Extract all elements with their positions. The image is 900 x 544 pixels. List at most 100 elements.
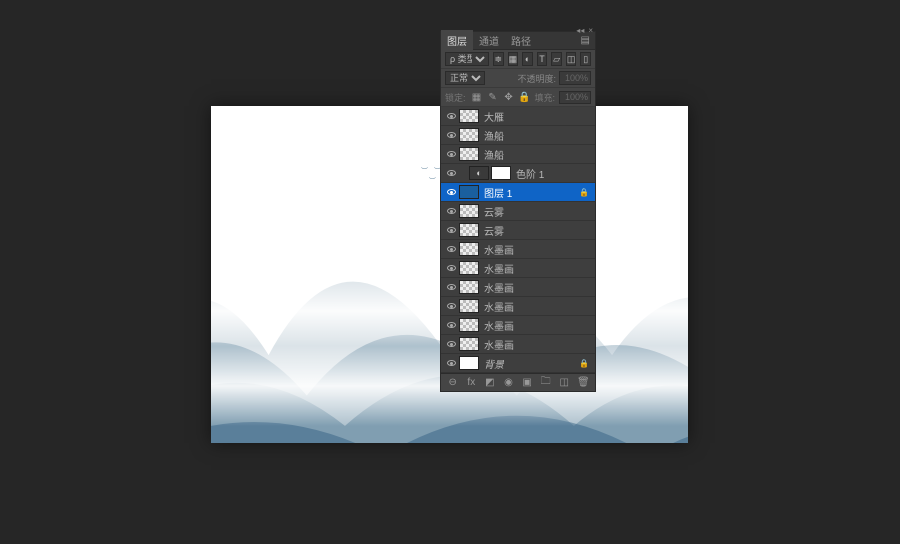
layer-thumbnail[interactable] bbox=[459, 337, 479, 351]
visibility-toggle[interactable] bbox=[443, 203, 459, 219]
layer-row[interactable]: 水墨画 bbox=[441, 316, 595, 335]
layer-thumbnail[interactable] bbox=[459, 204, 479, 218]
layer-name[interactable]: 云雾 bbox=[484, 223, 504, 238]
visibility-toggle[interactable] bbox=[443, 184, 459, 200]
visibility-toggle[interactable] bbox=[443, 298, 459, 314]
layer-name[interactable]: 水墨画 bbox=[484, 280, 514, 295]
layer-row[interactable]: 大雁 bbox=[441, 107, 595, 126]
layer-thumbnail[interactable] bbox=[459, 223, 479, 237]
eye-icon bbox=[447, 113, 456, 119]
layer-row[interactable]: 图层 1 🔒 bbox=[441, 183, 595, 202]
eye-icon bbox=[447, 322, 456, 328]
tab-paths[interactable]: 路径 bbox=[505, 30, 537, 51]
layer-thumbnail[interactable] bbox=[459, 318, 479, 332]
lock-position-icon[interactable]: ✥ bbox=[502, 90, 516, 104]
layer-filter-row: ρ 类型 ≑ ▦ ◐ T ▱ ◫ ▯ bbox=[441, 50, 595, 69]
layer-row[interactable]: ◐ 色阶 1 bbox=[441, 164, 595, 183]
visibility-toggle[interactable] bbox=[443, 127, 459, 143]
visibility-toggle[interactable] bbox=[443, 241, 459, 257]
layer-name[interactable]: 色阶 1 bbox=[516, 166, 544, 181]
layer-row[interactable]: 渔船 bbox=[441, 145, 595, 164]
layer-mask-icon[interactable]: ◩ bbox=[484, 377, 496, 388]
adjustment-layer-icon[interactable]: ◉ bbox=[503, 377, 515, 388]
fill-input[interactable] bbox=[559, 91, 591, 104]
visibility-toggle[interactable] bbox=[443, 108, 459, 124]
visibility-toggle[interactable] bbox=[443, 279, 459, 295]
layer-name[interactable]: 云雾 bbox=[484, 204, 504, 219]
layer-row[interactable]: 水墨画 bbox=[441, 240, 595, 259]
layer-thumbnail[interactable] bbox=[459, 128, 479, 142]
tab-layers[interactable]: 图层 bbox=[441, 30, 473, 51]
layer-row[interactable]: 渔船 bbox=[441, 126, 595, 145]
panel-tabs: 图层 通道 路径 ▤ bbox=[441, 32, 595, 50]
layer-row[interactable]: 背景 🔒 bbox=[441, 354, 595, 373]
layer-row[interactable]: 水墨画 bbox=[441, 297, 595, 316]
filter-sort-icon[interactable]: ≑ bbox=[493, 52, 504, 66]
visibility-toggle[interactable] bbox=[443, 317, 459, 333]
layer-row[interactable]: 水墨画 bbox=[441, 259, 595, 278]
layer-name[interactable]: 大雁 bbox=[484, 109, 504, 124]
eye-icon bbox=[447, 189, 456, 195]
layer-name[interactable]: 水墨画 bbox=[484, 261, 514, 276]
delete-layer-icon[interactable]: 🗑 bbox=[577, 377, 589, 388]
layer-thumbnail[interactable] bbox=[459, 299, 479, 313]
layer-row[interactable]: 水墨画 bbox=[441, 335, 595, 354]
lock-icon: 🔒 bbox=[579, 188, 589, 197]
layer-name[interactable]: 背景 bbox=[484, 356, 504, 371]
eye-icon bbox=[447, 284, 456, 290]
layer-name[interactable]: 水墨画 bbox=[484, 318, 514, 333]
link-layers-icon[interactable]: ⊖ bbox=[447, 377, 459, 388]
lock-row: 锁定: ▦ ✎ ✥ 🔒 填充: bbox=[441, 88, 595, 107]
layers-footer: ⊖ fx ◩ ◉ ▣ 🗀 ◫ 🗑 bbox=[441, 373, 595, 391]
folder-icon[interactable]: 🗀 bbox=[540, 374, 552, 391]
filter-toggle-switch[interactable]: ▯ bbox=[580, 52, 591, 66]
opacity-input[interactable] bbox=[559, 71, 591, 85]
layer-thumbnail[interactable] bbox=[459, 147, 479, 161]
layer-name[interactable]: 渔船 bbox=[484, 147, 504, 162]
layer-name[interactable]: 水墨画 bbox=[484, 299, 514, 314]
tab-channels[interactable]: 通道 bbox=[473, 30, 505, 51]
group-icon[interactable]: ▣ bbox=[521, 377, 533, 388]
new-layer-icon[interactable]: ◫ bbox=[558, 377, 570, 388]
layer-style-icon[interactable]: fx bbox=[466, 377, 478, 388]
fill-label: 填充: bbox=[534, 91, 555, 104]
layer-row[interactable]: 云雾 bbox=[441, 221, 595, 240]
layer-thumbnail[interactable] bbox=[459, 109, 479, 123]
layer-mask-thumbnail[interactable] bbox=[491, 166, 511, 180]
layer-name[interactable]: 图层 1 bbox=[484, 185, 512, 200]
filter-kind-select[interactable]: ρ 类型 bbox=[445, 52, 489, 66]
layer-name[interactable]: 渔船 bbox=[484, 128, 504, 143]
lock-all-icon[interactable]: 🔒 bbox=[518, 90, 532, 104]
lock-transparency-icon[interactable]: ▦ bbox=[470, 90, 484, 104]
filter-smart-icon[interactable]: ◫ bbox=[566, 52, 577, 66]
eye-icon bbox=[447, 341, 456, 347]
visibility-toggle[interactable] bbox=[443, 146, 459, 162]
panel-menu-icon[interactable]: ▤ bbox=[576, 35, 595, 46]
lock-icon: 🔒 bbox=[579, 359, 589, 368]
visibility-toggle[interactable] bbox=[443, 222, 459, 238]
lock-paint-icon[interactable]: ✎ bbox=[486, 90, 500, 104]
panel-collapse-icon[interactable]: ◂◂ bbox=[576, 26, 584, 35]
blend-mode-select[interactable]: 正常 bbox=[445, 71, 485, 85]
eye-icon bbox=[447, 151, 456, 157]
layer-row[interactable]: 云雾 bbox=[441, 202, 595, 221]
visibility-toggle[interactable] bbox=[443, 165, 459, 181]
filter-shape-icon[interactable]: ▱ bbox=[551, 52, 562, 66]
visibility-toggle[interactable] bbox=[443, 355, 459, 371]
layer-name[interactable]: 水墨画 bbox=[484, 337, 514, 352]
filter-pixel-icon[interactable]: ▦ bbox=[508, 52, 519, 66]
filter-type-icon[interactable]: T bbox=[537, 52, 548, 66]
filter-adjust-icon[interactable]: ◐ bbox=[522, 52, 533, 66]
layer-name[interactable]: 水墨画 bbox=[484, 242, 514, 257]
layer-thumbnail[interactable] bbox=[459, 185, 479, 199]
layer-thumbnail[interactable] bbox=[459, 356, 479, 370]
layer-thumbnail[interactable] bbox=[459, 242, 479, 256]
visibility-toggle[interactable] bbox=[443, 336, 459, 352]
panel-close-icon[interactable]: × bbox=[588, 26, 593, 35]
adjustment-layer-icon[interactable]: ◐ bbox=[469, 166, 489, 180]
layer-thumbnail[interactable] bbox=[459, 261, 479, 275]
layers-panel: ◂◂ × 图层 通道 路径 ▤ ρ 类型 ≑ ▦ ◐ T ▱ ◫ ▯ 正常 不透… bbox=[440, 31, 596, 392]
layer-row[interactable]: 水墨画 bbox=[441, 278, 595, 297]
layer-thumbnail[interactable] bbox=[459, 280, 479, 294]
visibility-toggle[interactable] bbox=[443, 260, 459, 276]
